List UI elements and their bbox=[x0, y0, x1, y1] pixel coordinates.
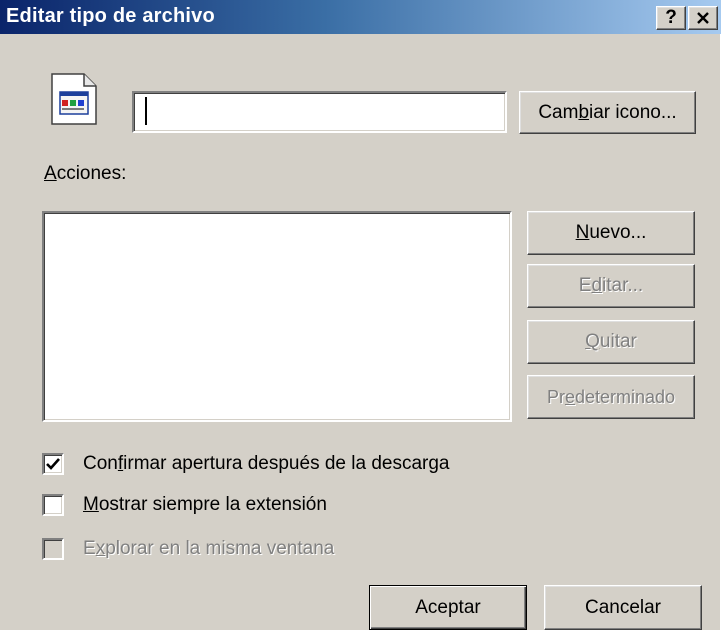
close-button[interactable] bbox=[688, 6, 718, 30]
change-icon-button[interactable]: Cam b iar icono... bbox=[519, 91, 696, 134]
close-icon bbox=[697, 12, 709, 24]
file-type-name-input[interactable] bbox=[132, 91, 507, 133]
file-type-icon bbox=[51, 73, 97, 125]
show-extension-label-key: M bbox=[83, 494, 99, 515]
ok-button[interactable]: Aceptar bbox=[369, 585, 527, 630]
change-icon-label-post: iar icono... bbox=[589, 101, 677, 123]
remove-action-button[interactable]: Quitar bbox=[527, 320, 695, 364]
same-window-checkbox[interactable] bbox=[42, 538, 64, 560]
edit-file-type-dialog: Editar tipo de archivo ? Cam b iar icono..… bbox=[0, 0, 721, 630]
actions-list[interactable] bbox=[42, 211, 512, 422]
show-extension-option[interactable]: Mostrar siempre la extensión bbox=[42, 493, 327, 517]
confirm-open-checkbox[interactable] bbox=[42, 453, 64, 475]
help-button[interactable]: ? bbox=[656, 6, 686, 30]
same-window-label-pre: E bbox=[83, 538, 96, 559]
window-title: Editar tipo de archivo bbox=[6, 5, 215, 27]
title-bar[interactable]: Editar tipo de archivo ? bbox=[0, 0, 721, 34]
new-label-post: uevo... bbox=[589, 222, 647, 243]
same-window-label-key: x bbox=[95, 538, 106, 559]
text-caret bbox=[145, 97, 147, 125]
confirm-open-label-post: irmar apertura después de la descarga bbox=[123, 453, 450, 474]
default-label-key: e bbox=[564, 386, 575, 407]
show-extension-checkbox[interactable] bbox=[42, 494, 64, 516]
confirm-open-option[interactable]: Confirmar apertura después de la descarg… bbox=[42, 452, 450, 476]
remove-label-post: uitar bbox=[599, 331, 637, 352]
edit-action-button[interactable]: Ed itar... bbox=[527, 264, 695, 308]
edit-label-pre: E bbox=[578, 275, 592, 296]
show-extension-label: Mostrar siempre la extensión bbox=[83, 494, 327, 516]
new-label-key: N bbox=[575, 222, 590, 243]
checkmark-icon bbox=[46, 458, 60, 470]
change-icon-label-pre: Cam bbox=[538, 101, 579, 123]
show-extension-label-post: ostrar siempre la extensión bbox=[98, 494, 327, 515]
same-window-label: Explorar en la misma ventana bbox=[83, 538, 334, 560]
remove-label-key: Q bbox=[585, 331, 600, 352]
default-label-pre: Pr bbox=[546, 386, 565, 407]
help-icon: ? bbox=[665, 7, 677, 28]
actions-label: Acciones: bbox=[44, 163, 126, 185]
confirm-open-label: Confirmar apertura después de la descarg… bbox=[83, 453, 450, 475]
default-label-post: determinado bbox=[574, 386, 676, 407]
actions-label-key: A bbox=[44, 163, 57, 184]
edit-label-key: d bbox=[591, 275, 603, 296]
new-action-button[interactable]: Nuevo... bbox=[527, 211, 695, 255]
edit-label-post: itar... bbox=[602, 275, 644, 296]
cancel-button[interactable]: Cancelar bbox=[544, 585, 702, 630]
same-window-label-post: plorar en la misma ventana bbox=[105, 538, 335, 559]
actions-label-post: cciones: bbox=[56, 163, 127, 184]
change-icon-label-key: b bbox=[578, 101, 590, 123]
same-window-option[interactable]: Explorar en la misma ventana bbox=[42, 537, 334, 561]
confirm-open-label-pre: Con bbox=[83, 453, 118, 474]
set-default-button[interactable]: Pr e determinado bbox=[527, 375, 695, 419]
